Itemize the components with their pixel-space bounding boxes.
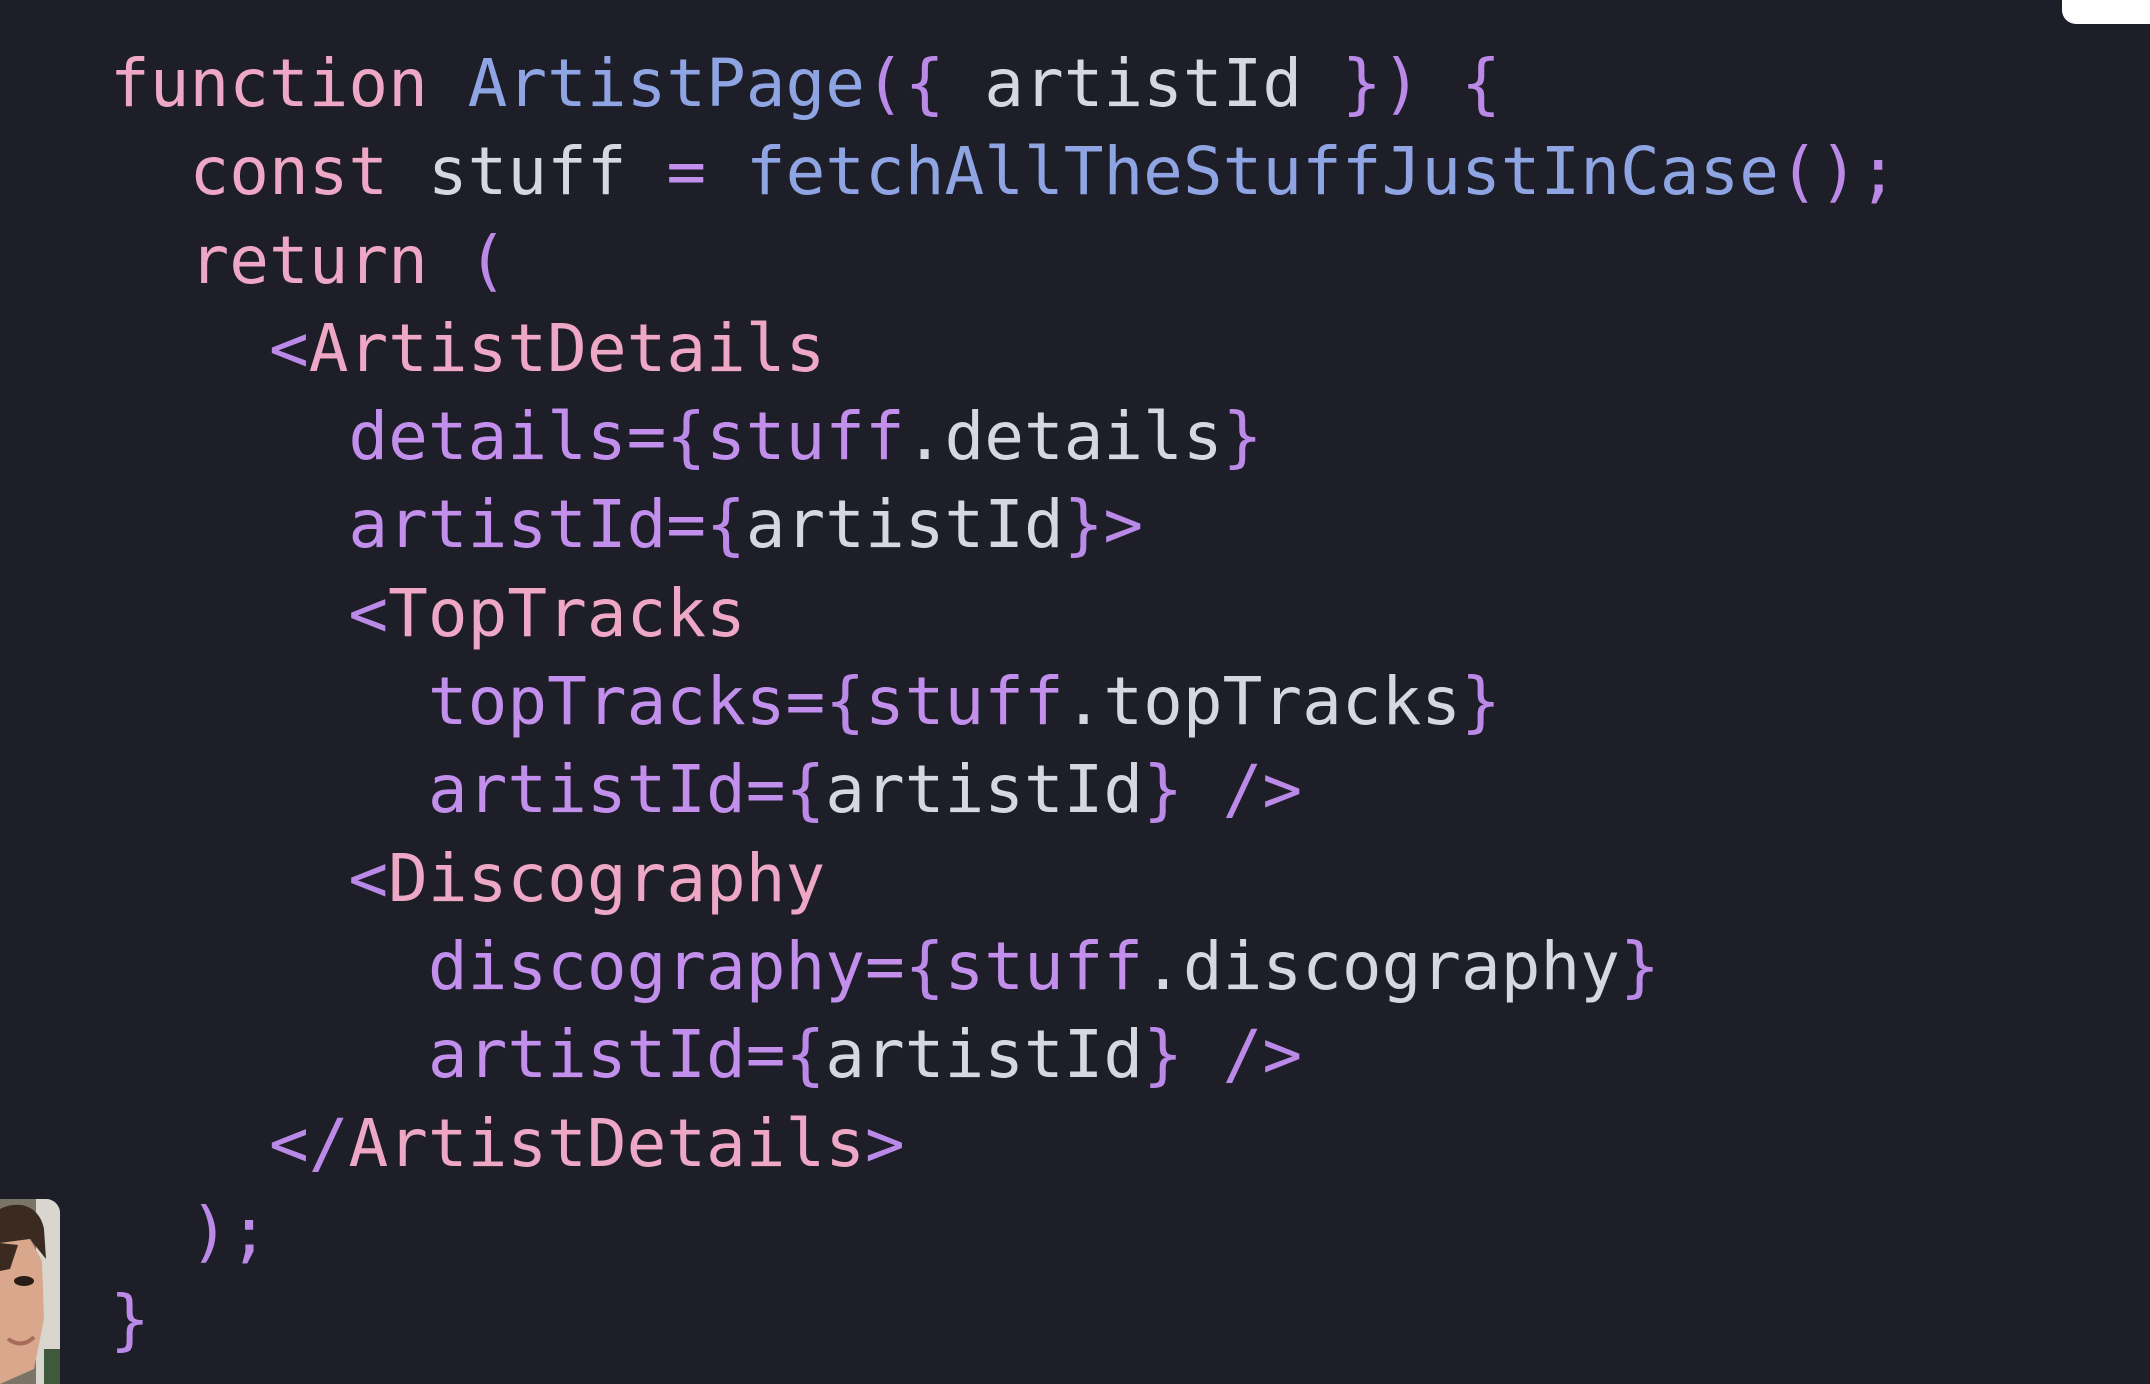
code-token: .topTracks (1063, 663, 1462, 741)
code-token: ArtistPage (467, 45, 865, 122)
code-token: ArtistDetails (348, 1104, 865, 1182)
code-token: artistId (745, 486, 1064, 564)
corner-tab (2062, 0, 2150, 24)
slide-canvas: function ArtistPage({ artistId }) { cons… (0, 0, 2150, 1384)
code-token: } (1143, 1016, 1183, 1094)
code-token: function (110, 45, 428, 122)
code-line: artistId={artistId} /> (110, 746, 1898, 834)
code-token: { (1461, 45, 1501, 122)
code-token: } (1461, 663, 1501, 741)
code-line: const stuff = fetchAllTheStuffJustInCase… (110, 128, 1898, 216)
code-token: </ (268, 1104, 349, 1182)
code-token: < (268, 309, 309, 387)
code-token: (); (1778, 133, 1899, 211)
code-token: stuff (388, 133, 667, 211)
code-token: ( (467, 221, 508, 299)
code-line: function ArtistPage({ artistId }) { (110, 40, 1898, 128)
code-token: fetchAllTheStuffJustInCase (745, 133, 1779, 211)
code-token: artistId (825, 1016, 1144, 1094)
code-token: artistId (944, 45, 1342, 122)
code-token: } (110, 1281, 150, 1359)
code-token: { (825, 663, 865, 741)
code-block: function ArtistPage({ artistId }) { cons… (110, 40, 1898, 1364)
webcam-thumbnail (0, 1199, 60, 1384)
code-token: .details (904, 398, 1223, 476)
code-token: } (1143, 751, 1183, 829)
code-line: discography={stuff.discography} (110, 923, 1898, 1011)
code-token: const (189, 133, 389, 211)
code-token: artistId= (427, 751, 786, 829)
code-token: /> (1222, 1016, 1303, 1094)
code-token: ); (189, 1192, 269, 1270)
code-token: .discography (1143, 927, 1620, 1005)
code-line: artistId={artistId}> (110, 481, 1898, 569)
code-token: { (666, 398, 707, 476)
code-token: artistId= (427, 1016, 786, 1094)
code-token: stuff (706, 398, 905, 476)
code-token: details= (348, 398, 667, 476)
code-token: }> (1063, 486, 1144, 564)
code-token: } (1222, 398, 1263, 476)
code-token: } (1619, 927, 1660, 1005)
code-token: > (865, 1104, 905, 1182)
code-token: { (904, 927, 945, 1005)
code-token: artistId (825, 751, 1144, 829)
code-line: <ArtistDetails (110, 305, 1898, 393)
code-token: ArtistDetails (308, 309, 826, 387)
code-token: { (706, 486, 746, 564)
code-token: /> (1222, 751, 1303, 829)
code-token: { (785, 1016, 826, 1094)
code-line: artistId={artistId} /> (110, 1011, 1898, 1099)
code-line: <Discography (110, 835, 1898, 923)
code-line: } (110, 1276, 1898, 1364)
code-token: = (666, 133, 707, 211)
code-token: < (348, 574, 389, 652)
code-token: ({ (865, 45, 945, 122)
code-token: }) (1341, 45, 1422, 122)
code-line: topTracks={stuff.topTracks} (110, 658, 1898, 746)
code-token: < (348, 839, 389, 917)
code-token: return (189, 221, 428, 299)
code-token: topTracks= (427, 663, 826, 741)
code-line: <TopTracks (110, 570, 1898, 658)
code-line: details={stuff.details} (110, 393, 1898, 481)
code-token: stuff (944, 927, 1144, 1005)
code-token: TopTracks (388, 574, 746, 652)
code-token: discography= (427, 927, 905, 1005)
code-line: </ArtistDetails> (110, 1100, 1898, 1188)
code-line: ); (110, 1188, 1898, 1276)
code-token: stuff (865, 663, 1064, 741)
presenter-face-icon (0, 1199, 60, 1384)
code-token: Discography (388, 839, 826, 917)
code-token: artistId= (348, 486, 707, 564)
code-token: { (785, 751, 826, 829)
code-line: return ( (110, 217, 1898, 305)
